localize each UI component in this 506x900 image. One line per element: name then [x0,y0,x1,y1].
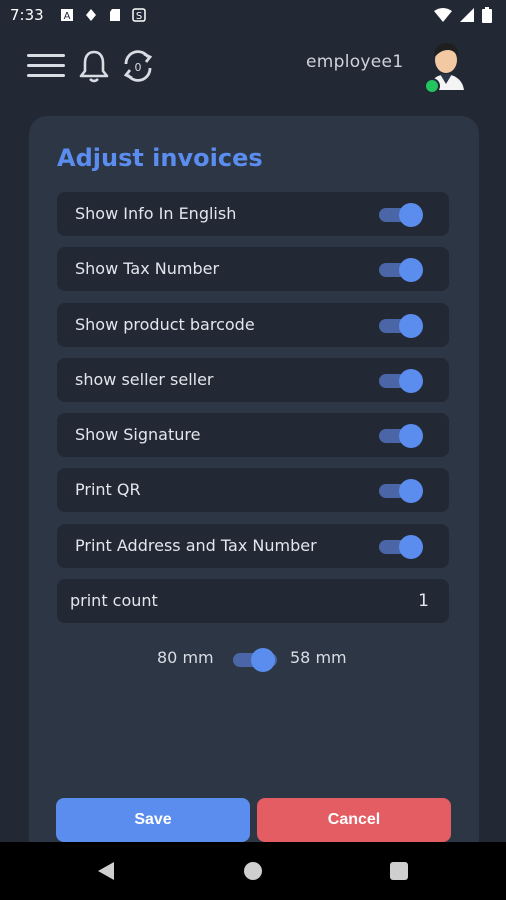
paper-size-selector: 80 mm 58 mm [29,644,479,674]
print-count-value[interactable]: 1 [418,591,429,611]
sync-icon: S [132,8,146,22]
adjust-invoices-card: Adjust invoices Show Info In English Sho… [29,116,479,856]
option-row-show-product-barcode: Show product barcode [57,303,449,347]
wifi-icon [434,8,452,22]
option-label: Show Info In English [75,204,237,223]
option-label: show seller seller [75,370,214,389]
sd-card-icon [110,9,120,21]
menu-button[interactable] [26,46,66,86]
option-row-print-address-tax: Print Address and Tax Number [57,524,449,568]
option-label: Print Address and Tax Number [75,536,317,555]
option-row-print-qr: Print QR [57,468,449,512]
show-seller-toggle[interactable] [379,369,423,393]
vpn-icon [86,9,96,21]
online-status-indicator [424,78,440,94]
show-info-english-toggle[interactable] [379,203,423,227]
paper-size-58mm-label: 58 mm [290,648,347,667]
refresh-badge-count: 0 [135,61,142,74]
back-icon[interactable] [97,861,115,881]
option-label: Show Signature [75,425,201,444]
username-label: employee1 [306,52,404,72]
svg-text:A: A [64,11,71,22]
refresh-icon: 0 [123,50,153,82]
paper-size-toggle[interactable] [233,648,277,672]
print-qr-toggle[interactable] [379,479,423,503]
svg-text:S: S [136,11,142,22]
show-signature-toggle[interactable] [379,424,423,448]
option-label: Print QR [75,480,141,499]
home-icon[interactable] [244,862,262,880]
option-row-show-tax-number: Show Tax Number [57,247,449,291]
print-address-tax-toggle[interactable] [379,535,423,559]
show-tax-number-toggle[interactable] [379,258,423,282]
option-row-show-info-english: Show Info In English [57,192,449,236]
menu-icon [27,54,65,77]
show-product-barcode-toggle[interactable] [379,314,423,338]
option-row-show-seller: show seller seller [57,358,449,402]
print-count-label: print count [70,591,158,610]
paper-size-80mm-label: 80 mm [157,648,214,667]
card-title: Adjust invoices [57,144,263,172]
system-navigation-bar [0,842,506,900]
bell-icon [79,50,109,83]
option-row-show-signature: Show Signature [57,413,449,457]
print-count-field[interactable]: print count 1 [57,579,449,623]
signal-icon [460,8,474,22]
battery-icon [482,7,492,23]
status-time: 7:33 [10,6,44,24]
recent-apps-icon[interactable] [390,862,408,880]
font-icon: A [61,9,73,22]
status-bar: 7:33 A S [0,0,506,32]
cancel-button[interactable]: Cancel [257,798,451,842]
option-label: Show product barcode [75,315,255,334]
refresh-button[interactable]: 0 [118,46,158,86]
notifications-button[interactable] [74,46,114,86]
option-label: Show Tax Number [75,259,220,278]
save-button[interactable]: Save [56,798,250,842]
